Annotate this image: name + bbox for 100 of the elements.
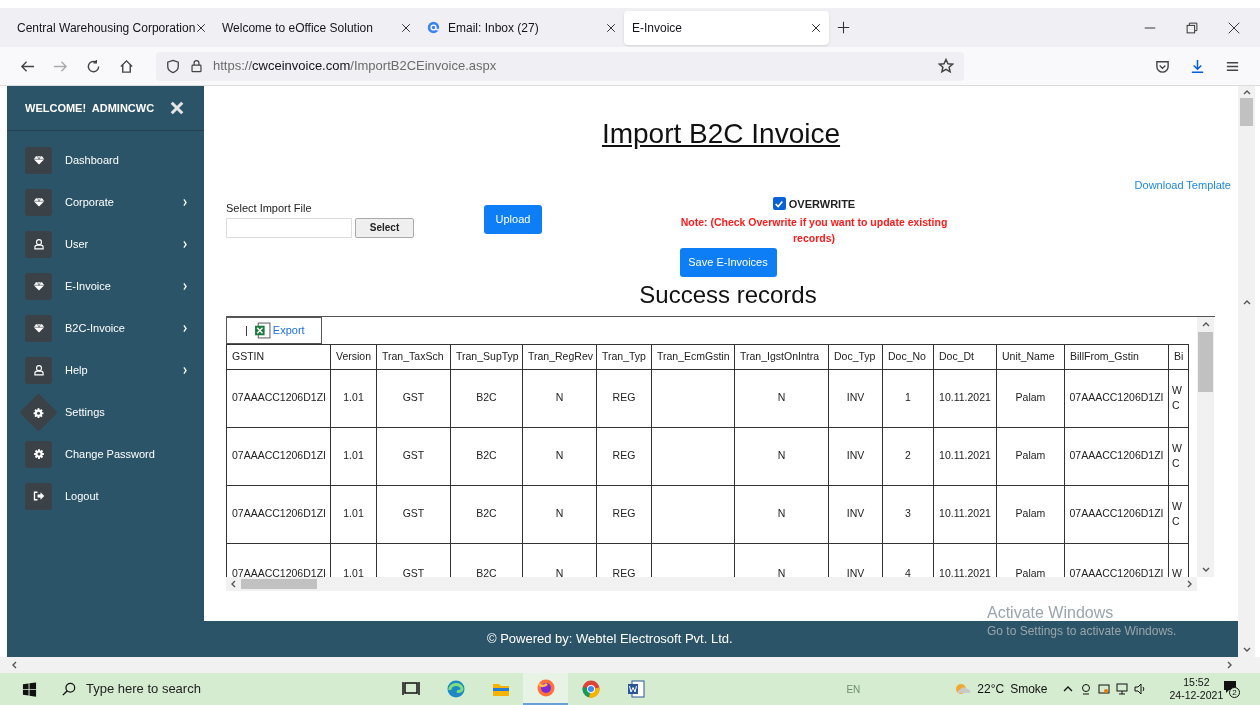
table-cell: Palam — [996, 369, 1065, 427]
table-cell: N — [734, 369, 829, 427]
table-cell: Palam — [996, 427, 1065, 485]
column-header: Bi — [1168, 344, 1189, 369]
table-cell: N — [522, 427, 597, 485]
column-header: Tran_TaxSch — [376, 344, 451, 369]
sidebar-label: E-Invoice — [65, 278, 111, 294]
table-cell: REG — [596, 427, 652, 485]
sidebar-item[interactable]: Help — [7, 349, 204, 391]
browser-tab[interactable]: Welcome to eOffice Solution — [214, 10, 419, 45]
url-text: https://cwceinvoice.com/ImportB2CEinvoice.aspx — [213, 57, 497, 76]
table-cell: 10.11.2021 — [933, 369, 997, 427]
tab-title: Welcome to eOffice Solution — [222, 19, 374, 37]
notification-count: 2 — [1229, 687, 1240, 698]
sidebar-item[interactable]: B2C-Invoice — [7, 307, 204, 349]
save-button[interactable]: Save E-Invoices — [679, 247, 777, 277]
column-header: Unit_Name — [996, 344, 1065, 369]
table-cell: N — [522, 369, 597, 427]
table-cell: 1.01 — [330, 485, 377, 543]
sidebar-item[interactable]: Change Password — [7, 433, 204, 475]
table-cell: 07AAACC1206D1ZI — [226, 427, 331, 485]
clock-time: 15:52 — [1183, 676, 1210, 689]
column-header: Doc_No — [882, 344, 934, 369]
clock-date: 24-12-2021 — [1169, 689, 1224, 702]
table-cell: N — [734, 485, 829, 543]
page-title: Import B2C Invoice — [601, 117, 841, 151]
browser-tab[interactable]: Central Warehousing Corporation — [9, 10, 214, 45]
download-link[interactable]: Download Template — [1134, 177, 1231, 194]
table-cell: 07AAACC1206D1ZI — [226, 369, 331, 427]
table-cell: N — [734, 427, 829, 485]
table-cell: N — [522, 485, 597, 543]
table-cell: B2C — [450, 427, 523, 485]
separator-text: | — [245, 322, 248, 338]
column-header: Version — [330, 344, 377, 369]
table-cell: 07AAACC1206D1ZI — [226, 485, 331, 543]
footer-text: © Powered by: Webtel Electrosoft Pvt. Ltd. — [487, 630, 733, 649]
table-cell: B2C — [450, 485, 523, 543]
table-cell: 07AAACC1206D1ZI — [1064, 485, 1169, 543]
table-cell: GST — [376, 485, 451, 543]
column-header: Doc_Typ — [828, 344, 883, 369]
upload-button[interactable]: Upload — [484, 204, 542, 234]
address-bar[interactable]: https://cwceinvoice.com/ImportB2CEinvoice.aspx — [156, 51, 964, 81]
weather-text: Smoke — [1010, 681, 1048, 698]
table-cell: W C — [1168, 485, 1189, 543]
table-cell: REG — [596, 485, 652, 543]
column-header: Tran_Typ — [596, 344, 652, 369]
activation-text: Go to Settings to activate Windows. — [987, 623, 1177, 639]
section-title: Success records — [639, 279, 817, 310]
export-link[interactable]: Export — [272, 321, 305, 339]
field-label: Select Import File — [226, 200, 313, 215]
sidebar-label: Corporate — [65, 194, 114, 210]
sidebar-item[interactable]: Corporate — [7, 181, 204, 223]
sidebar-label: Dashboard — [65, 152, 119, 168]
tab-title: E-Invoice — [632, 19, 684, 37]
sidebar-item[interactable]: Dashboard — [7, 139, 204, 181]
sidebar-item[interactable]: Settings — [7, 391, 204, 433]
sidebar-label: Help — [65, 362, 88, 378]
tab-title: Central Warehousing Corporation — [17, 19, 196, 37]
table-cell: W C — [1168, 427, 1189, 485]
search-placeholder: Type here to search — [86, 680, 201, 699]
table-cell: 07AAACC1206D1ZI — [1064, 369, 1169, 427]
table-cell: REG — [596, 369, 652, 427]
table-cell: 1 — [882, 369, 934, 427]
column-header: GSTIN — [226, 344, 331, 369]
sidebar-item[interactable]: Logout — [7, 475, 204, 517]
table-cell: 10.11.2021 — [933, 427, 997, 485]
table-cell: 3 — [882, 485, 934, 543]
table-cell: 07AAACC1206D1ZI — [1064, 427, 1169, 485]
activation-title: Activate Windows — [987, 603, 1115, 623]
table-cell: INV — [828, 369, 883, 427]
table-cell: Palam — [996, 485, 1065, 543]
table-cell: GST — [376, 369, 451, 427]
sidebar-label: B2C-Invoice — [65, 320, 125, 336]
sidebar-label: Settings — [65, 404, 105, 420]
tab-title: Email: Inbox (27) — [448, 19, 540, 37]
table-cell: GST — [376, 427, 451, 485]
note-text: Note: (Check Overwrite if you want to update existing records) — [679, 215, 949, 246]
sidebar-item[interactable]: E-Invoice — [7, 265, 204, 307]
column-header: Tran_IgstOnIntra — [734, 344, 829, 369]
select-button[interactable]: Select — [355, 217, 414, 238]
column-header: Tran_SupTyp — [450, 344, 523, 369]
table-cell: INV — [828, 485, 883, 543]
browser-tab[interactable]: Email: Inbox (27) — [419, 10, 624, 45]
sidebar-label: Change Password — [65, 446, 155, 462]
column-header: Tran_EcmGstin — [651, 344, 735, 369]
browser-tab[interactable]: E-Invoice — [624, 10, 829, 45]
table-cell: 2 — [882, 427, 934, 485]
column-header: BillFrom_Gstin — [1064, 344, 1169, 369]
table-cell: 1.01 — [330, 427, 377, 485]
column-header: Doc_Dt — [933, 344, 997, 369]
column-header: Tran_RegRev — [522, 344, 597, 369]
sidebar-label: User — [65, 236, 89, 252]
sidebar-item[interactable]: User — [7, 223, 204, 265]
table-cell: B2C — [450, 369, 523, 427]
welcome-text: WELCOME! ADMINCWC — [25, 100, 155, 116]
temperature-text: 22°C — [977, 681, 1005, 698]
table-cell: 1.01 — [330, 369, 377, 427]
notification-button[interactable]: 2 — [1223, 680, 1240, 698]
table-cell: W C — [1168, 369, 1189, 427]
search-field[interactable]: Type here to search — [57, 673, 337, 705]
